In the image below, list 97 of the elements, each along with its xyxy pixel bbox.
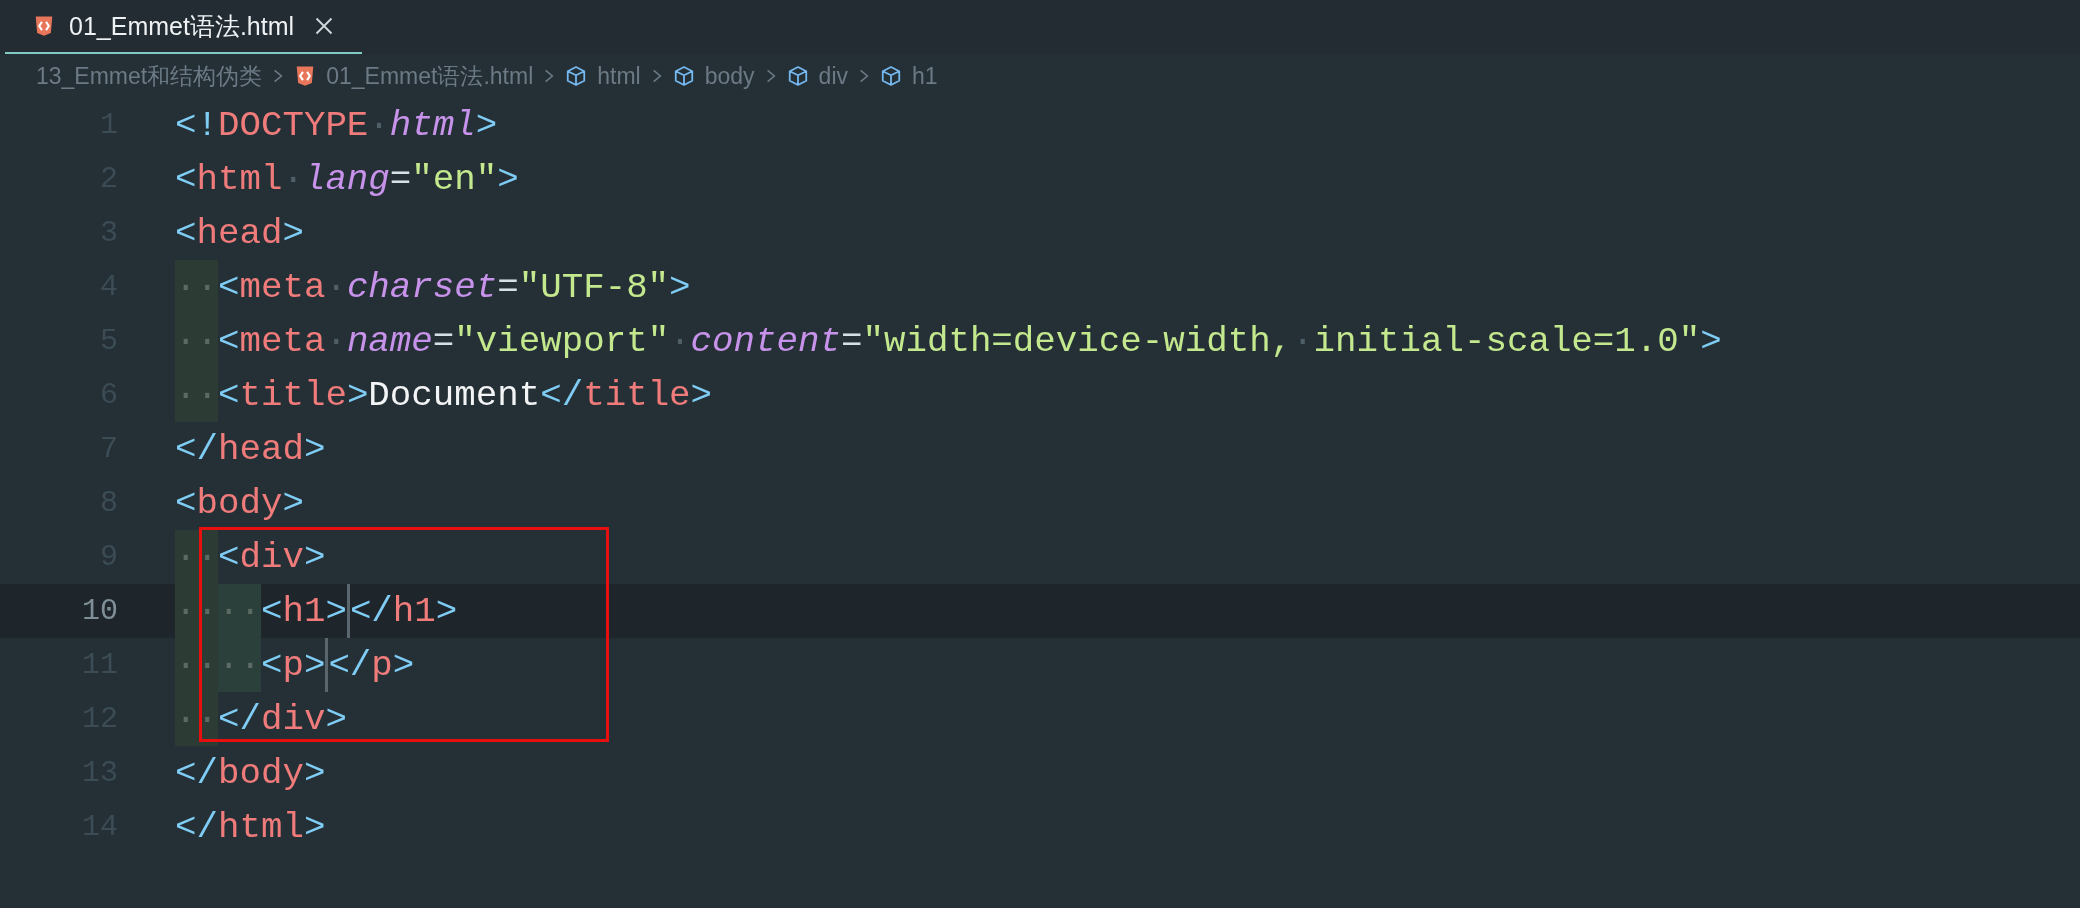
tag-name: h1 [392, 589, 436, 634]
indent-marker: ·· [175, 314, 218, 368]
code-punctuation: > [282, 481, 304, 526]
breadcrumb-item[interactable]: body [672, 62, 755, 90]
tag-name: html [196, 157, 283, 202]
code-punctuation: > [303, 751, 326, 796]
code-punctuation: < [175, 481, 197, 526]
code-operator: = [841, 319, 863, 364]
attribute-name: lang [303, 157, 390, 202]
code-punctuation: > [303, 535, 326, 580]
cube-icon [565, 65, 588, 87]
code-punctuation: > [475, 103, 498, 148]
indent-marker: ·· [175, 260, 218, 314]
chevron-icon [858, 67, 870, 85]
string-literal: "UTF-8" [518, 265, 670, 310]
tag-name: div [260, 697, 326, 742]
code-punctuation: > [303, 805, 326, 850]
whitespace-marker: · [325, 265, 347, 310]
code-punctuation: < [260, 643, 283, 688]
code-punctuation: > [435, 589, 458, 634]
code-punctuation: > [669, 265, 691, 310]
tag-name: html [217, 805, 304, 850]
cube-icon [880, 65, 902, 87]
code-operator: = [497, 265, 519, 310]
tag-name: meta [239, 265, 326, 310]
breadcrumb-item[interactable]: h1 [880, 62, 938, 90]
code-punctuation: < [175, 211, 197, 256]
tag-name: title [239, 373, 347, 418]
tag-name: title [583, 373, 691, 418]
code-punctuation: </ [175, 427, 218, 472]
line-number: 10 [81, 594, 118, 628]
string-literal: initial-scale=1.0" [1313, 319, 1701, 364]
code-punctuation: < [217, 535, 240, 580]
code-punctuation: > [690, 373, 713, 418]
breadcrumb-item[interactable]: 01_Emmet语法.html [294, 60, 534, 92]
indent-marker: ·· [217, 584, 261, 638]
code-punctuation: </ [175, 751, 218, 796]
code-operator: = [432, 319, 455, 364]
tag-name: body [196, 481, 283, 526]
code-punctuation: > [1700, 319, 1722, 364]
string-literal: "viewport" [454, 319, 670, 364]
tag-name: body [217, 751, 304, 796]
attribute-name: name [346, 319, 433, 364]
attribute-name: charset [346, 265, 498, 310]
tag-name: h1 [282, 589, 326, 634]
code-punctuation: </ [175, 805, 218, 850]
code-punctuation: </ [328, 643, 372, 688]
attribute-name: html [389, 103, 476, 148]
whitespace-marker: · [282, 157, 304, 202]
tag-name: DOCTYPE [217, 103, 369, 148]
code-punctuation: > [325, 589, 347, 634]
tag-name: meta [239, 319, 326, 364]
tag-name: head [217, 427, 304, 472]
code-punctuation: < [217, 373, 240, 418]
code-punctuation: > [282, 211, 304, 256]
code-punctuation: > [392, 643, 415, 688]
code-punctuation: < [217, 265, 240, 310]
text-cursor [325, 638, 329, 692]
code-punctuation: </ [349, 589, 393, 634]
chevron-icon [543, 67, 556, 85]
cube-icon [786, 65, 809, 87]
whitespace-marker: · [669, 319, 691, 364]
code-operator: = [389, 157, 412, 202]
breadcrumb-item[interactable]: 13_Emmet和结构伪类 [36, 60, 263, 92]
code-punctuation: <! [175, 103, 218, 148]
code-punctuation: > [325, 697, 347, 742]
indent-marker: ·· [217, 638, 261, 692]
breadcrumb-item[interactable]: div [786, 62, 848, 90]
tag-name: p [282, 643, 304, 688]
string-literal: "en" [411, 157, 498, 202]
whitespace-marker: · [325, 319, 347, 364]
whitespace-marker: · [1292, 319, 1314, 364]
code-punctuation: > [303, 427, 326, 472]
string-literal: "width=device-width, [862, 319, 1293, 364]
code-punctuation: </ [217, 697, 261, 742]
code-punctuation: > [346, 373, 369, 418]
tag-name: div [239, 535, 304, 580]
code-punctuation: </ [540, 373, 584, 418]
cube-icon [672, 65, 695, 87]
text-content: Document [368, 373, 541, 418]
code-punctuation: < [175, 157, 197, 202]
code-punctuation: < [260, 589, 283, 634]
indent-marker: ·· [175, 368, 218, 422]
editor-tab[interactable]: 01_Emmet语法.html [5, 0, 362, 54]
breadcrumb-item[interactable]: html [565, 62, 641, 90]
text-cursor [346, 584, 350, 638]
chevron-icon [272, 67, 285, 85]
whitespace-marker: · [368, 103, 390, 148]
html-file-icon [33, 15, 55, 37]
tag-name: head [196, 211, 283, 256]
code-punctuation: < [217, 319, 240, 364]
close-icon[interactable] [314, 16, 335, 36]
tab-label: 01_Emmet语法.html [69, 10, 295, 42]
tag-name: p [371, 643, 393, 688]
attribute-name: content [690, 319, 841, 364]
code-punctuation: > [303, 643, 326, 688]
code-punctuation: > [497, 157, 519, 202]
